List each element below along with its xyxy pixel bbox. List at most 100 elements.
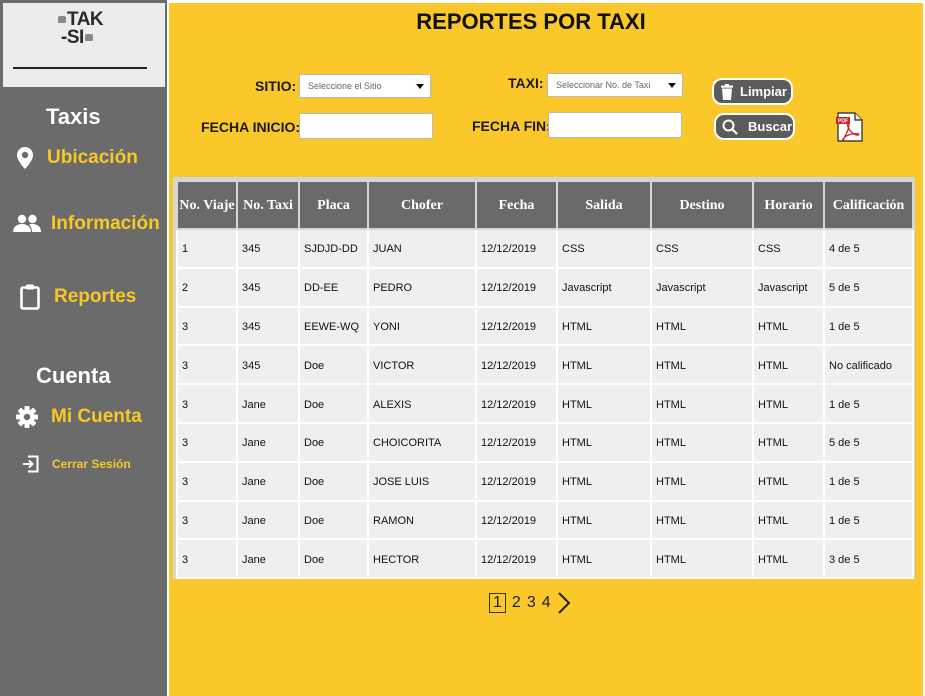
col-header-chofer[interactable]: Chofer xyxy=(367,180,477,230)
cell-chofer: RAMON xyxy=(367,499,477,541)
cell-horario: HTML xyxy=(752,383,825,424)
cell-no-viaje: 3 xyxy=(176,344,238,386)
limpiar-button[interactable]: Limpiar xyxy=(712,78,793,105)
fecha-fin-input[interactable] xyxy=(548,112,682,138)
logout-icon xyxy=(23,455,39,473)
cell-placa: SJDJD-DD xyxy=(298,228,369,269)
page-3-link[interactable]: 3 xyxy=(527,594,536,612)
cell-no-taxi: Jane xyxy=(236,460,300,502)
cell-destino: Javascript xyxy=(650,266,754,308)
people-icon xyxy=(13,214,41,232)
cell-destino: HTML xyxy=(650,460,754,502)
taxi-car-icon xyxy=(84,34,93,42)
page-1-link[interactable]: 1 xyxy=(489,593,506,613)
chevron-right-icon[interactable] xyxy=(557,591,571,615)
sidebar-item-cerrar-sesion[interactable]: Cerrar Sesión xyxy=(22,455,131,473)
sidebar-heading-taxis: Taxis xyxy=(46,104,101,129)
sitio-label: SITIO: xyxy=(255,78,297,94)
cell-calificacion: 1 de 5 xyxy=(823,499,914,541)
cell-salida: HTML xyxy=(556,383,652,424)
buscar-button[interactable]: Buscar xyxy=(714,113,795,140)
cell-chofer: CHOICORITA xyxy=(367,421,477,463)
sidebar-item-mi-cuenta[interactable]: Mi Cuenta xyxy=(16,406,142,428)
table-row[interactable]: 3 345 EEWE-WQ YONI 12/12/2019 HTML HTML HTML 1 d… xyxy=(176,305,914,347)
col-header-horario[interactable]: Horario xyxy=(752,180,825,230)
cell-calificacion: 1 de 5 xyxy=(823,460,914,502)
cell-placa: Doe xyxy=(298,460,369,502)
taxi-select[interactable]: Seleccionar No. de Taxi xyxy=(547,73,683,97)
table-row[interactable]: 3 Jane Doe ALEXIS 12/12/2019 HTML HTML HTML 1 de… xyxy=(176,383,914,424)
cell-no-taxi: Jane xyxy=(236,383,300,424)
table-row[interactable]: 3 Jane Doe CHOICORITA 12/12/2019 HTML HTML HTML… xyxy=(176,421,914,463)
cell-calificacion: 1 de 5 xyxy=(823,305,914,347)
table-row[interactable]: 3 Jane Doe JOSE LUIS 12/12/2019 HTML HTML HTML 1… xyxy=(176,460,914,502)
sidebar-item-label: Ubicación xyxy=(47,147,138,168)
cell-destino: HTML xyxy=(650,538,754,580)
cell-horario: HTML xyxy=(752,499,825,541)
cell-no-viaje: 3 xyxy=(176,421,238,463)
pagination: 1 2 3 4 xyxy=(489,591,571,615)
page-2-link[interactable]: 2 xyxy=(512,594,521,612)
taxi-car-icon xyxy=(58,16,66,24)
sidebar-item-informacion[interactable]: Información xyxy=(13,213,160,235)
sitio-select-value: Seleccione el Sitio xyxy=(308,81,382,91)
cell-salida: HTML xyxy=(556,460,652,502)
page-4-link[interactable]: 4 xyxy=(542,594,551,612)
cell-no-viaje: 3 xyxy=(176,538,238,580)
cell-destino: HTML xyxy=(650,305,754,347)
cell-destino: CSS xyxy=(650,228,754,269)
logo-container: TAK -SI xyxy=(3,3,165,87)
col-header-no-viaje[interactable]: No. Viaje xyxy=(176,180,238,230)
trash-icon xyxy=(721,83,733,100)
cell-no-viaje: 2 xyxy=(176,266,238,308)
cell-calificacion: 5 de 5 xyxy=(823,421,914,463)
cell-no-taxi: Jane xyxy=(236,421,300,463)
cell-salida: CSS xyxy=(556,228,652,269)
sidebar-item-label: Reportes xyxy=(54,286,137,307)
cell-salida: HTML xyxy=(556,344,652,386)
table-row[interactable]: 1 345 SJDJD-DD JUAN 12/12/2019 CSS CSS CSS 4 de … xyxy=(176,228,914,269)
table-row[interactable]: 3 Jane Doe RAMON 12/12/2019 HTML HTML HTML 1 de … xyxy=(176,499,914,541)
fecha-fin-label: FECHA FIN: xyxy=(472,118,551,134)
cell-calificacion: 3 de 5 xyxy=(823,538,914,580)
table-row[interactable]: 3 Jane Doe HECTOR 12/12/2019 HTML HTML HTML 3 de… xyxy=(176,538,914,580)
sidebar-heading-cuenta: Cuenta xyxy=(36,363,111,388)
col-header-destino[interactable]: Destino xyxy=(650,180,754,230)
cell-no-taxi: 345 xyxy=(236,266,300,308)
cell-placa: EEWE-WQ xyxy=(298,305,369,347)
cell-destino: HTML xyxy=(650,421,754,463)
cell-chofer: JOSE LUIS xyxy=(367,460,477,502)
cell-placa: DD-EE xyxy=(298,266,369,308)
cell-chofer: JUAN xyxy=(367,228,477,269)
cell-calificacion: 1 de 5 xyxy=(823,383,914,424)
col-header-salida[interactable]: Salida xyxy=(556,180,652,230)
logo-divider xyxy=(13,67,147,69)
page-title: REPORTES POR TAXI xyxy=(416,9,646,34)
main-content: REPORTES POR TAXI SITIO: Seleccione el S… xyxy=(169,3,923,696)
cell-no-viaje: 1 xyxy=(176,228,238,269)
pdf-icon[interactable]: PDF xyxy=(834,111,866,143)
col-header-fecha[interactable]: Fecha xyxy=(475,180,558,230)
logo[interactable]: TAK -SI xyxy=(57,10,107,59)
cell-no-viaje: 3 xyxy=(176,460,238,502)
table-row[interactable]: 3 345 Doe VICTOR 12/12/2019 HTML HTML HTML No ca… xyxy=(176,344,914,386)
table-header-row: No. Viaje No. Taxi Placa Chofer Fecha Sa… xyxy=(176,180,914,230)
cell-salida: HTML xyxy=(556,538,652,580)
cell-no-taxi: Jane xyxy=(236,538,300,580)
cell-no-viaje: 3 xyxy=(176,383,238,424)
cell-fecha: 12/12/2019 xyxy=(475,538,558,580)
cell-fecha: 12/12/2019 xyxy=(475,228,558,269)
cell-horario: HTML xyxy=(752,538,825,580)
sidebar-item-reportes[interactable]: Reportes xyxy=(20,284,136,310)
cell-salida: Javascript xyxy=(556,266,652,308)
col-header-no-taxi[interactable]: No. Taxi xyxy=(236,180,300,230)
sidebar-item-ubicacion[interactable]: Ubicación xyxy=(16,147,138,169)
cell-chofer: HECTOR xyxy=(367,538,477,580)
sitio-select[interactable]: Seleccione el Sitio xyxy=(299,74,431,98)
table-row[interactable]: 2 345 DD-EE PEDRO 12/12/2019 Javascript Javasc… xyxy=(176,266,914,308)
col-header-placa[interactable]: Placa xyxy=(298,180,369,230)
col-header-calificacion[interactable]: Calificación xyxy=(823,180,914,230)
cell-fecha: 12/12/2019 xyxy=(475,460,558,502)
chevron-down-icon xyxy=(416,84,424,89)
fecha-inicio-input[interactable] xyxy=(299,113,433,139)
